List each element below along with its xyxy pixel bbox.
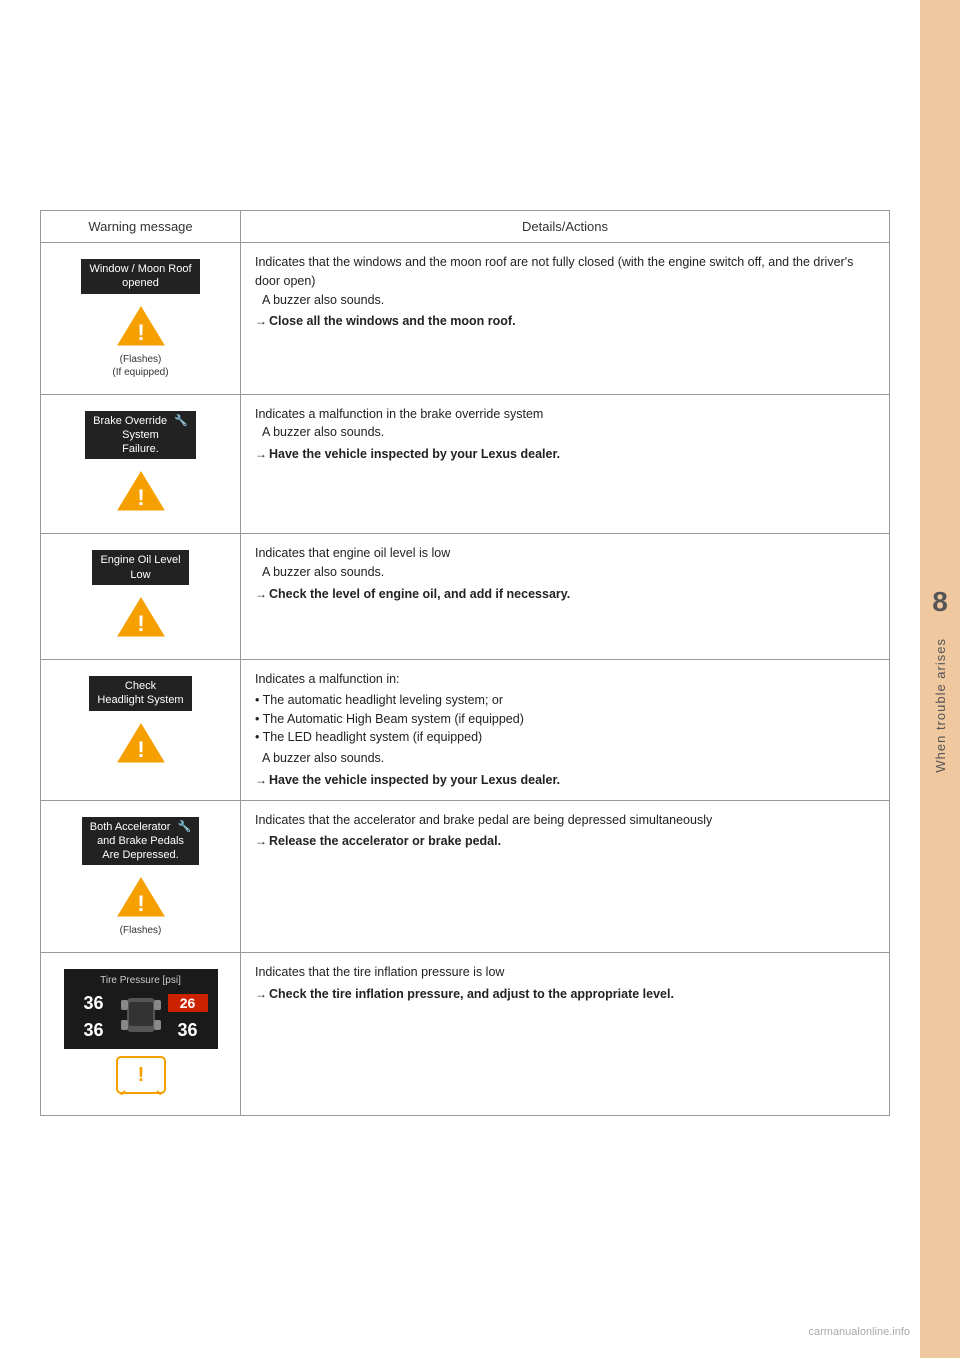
- tire-top-right: 26: [168, 994, 208, 1012]
- warning-cell-engine-oil: Engine Oil Level Low !: [41, 534, 241, 660]
- warn-icon-window: !: [116, 304, 166, 348]
- details-cell-accel: Indicates that the accelerator and brake…: [241, 800, 890, 953]
- tire-pressure-display: Tire Pressure [psi] 36: [64, 969, 218, 1049]
- details-text-window: Indicates that the windows and the moon …: [255, 253, 875, 331]
- details-cell-tire: Indicates that the tire inflation pressu…: [241, 953, 890, 1116]
- table-row: Window / Moon Roof opened ! (Flashes) (I: [41, 243, 890, 395]
- warning-triangle-icon: !: [116, 304, 166, 348]
- svg-text:!: !: [137, 485, 144, 510]
- col-header-warning: Warning message: [41, 211, 241, 243]
- list-item: The automatic headlight leveling system;…: [255, 691, 875, 710]
- svg-text:!: !: [137, 737, 144, 762]
- table-row: Tire Pressure [psi] 36: [41, 953, 890, 1116]
- warn-icon-brake: !: [116, 469, 166, 513]
- warn-label-oil: Engine Oil Level Low: [92, 550, 188, 585]
- warning-triangle-icon: !: [116, 469, 166, 513]
- warn-cell-inner: Window / Moon Roof opened ! (Flashes) (I: [55, 253, 226, 384]
- details-cell-oil: Indicates that engine oil level is low A…: [241, 534, 890, 660]
- warning-triangle-icon: !: [116, 595, 166, 639]
- warn-cell-inner-oil: Engine Oil Level Low !: [55, 544, 226, 649]
- main-content: Warning message Details/Actions Window /…: [0, 0, 920, 1146]
- warn-cell-inner-accel: Both Accelerator 🔧 and Brake Pedals Are …: [55, 811, 226, 943]
- warning-cell-window: Window / Moon Roof opened ! (Flashes) (I: [41, 243, 241, 395]
- warning-triangle-icon: !: [116, 875, 166, 919]
- table-row: Check Headlight System !: [41, 660, 890, 801]
- warning-triangle-icon: !: [116, 721, 166, 765]
- tire-bottom-left: 36: [74, 1020, 114, 1041]
- tire-top-left: 36: [74, 993, 114, 1014]
- warn-cell-inner-brake: Brake Override 🔧 System Failure. !: [55, 405, 226, 524]
- warn-flashes-accel: (Flashes): [120, 925, 162, 936]
- headlight-bullet-list: The automatic headlight leveling system;…: [255, 691, 875, 747]
- table-row: Both Accelerator 🔧 and Brake Pedals Are …: [41, 800, 890, 953]
- warn-icon-oil: !: [116, 595, 166, 639]
- warning-cell-brake-override: Brake Override 🔧 System Failure. !: [41, 394, 241, 534]
- details-text-brake: Indicates a malfunction in the brake ove…: [255, 405, 875, 464]
- tire-bottom-right: 36: [168, 1020, 208, 1041]
- action-headlight: → Have the vehicle inspected by your Lex…: [255, 771, 875, 790]
- warn-equipped-label: (If equipped): [112, 367, 168, 378]
- details-cell-brake: Indicates a malfunction in the brake ove…: [241, 394, 890, 534]
- action-accel: → Release the accelerator or brake pedal…: [255, 832, 875, 851]
- warn-cell-inner-headlight: Check Headlight System !: [55, 670, 226, 775]
- action-tire: → Check the tire inflation pressure, and…: [255, 985, 875, 1004]
- section-title: When trouble arises: [933, 638, 948, 773]
- car-icon-cell: [116, 990, 166, 1043]
- warn-label-window: Window / Moon Roof opened: [81, 259, 199, 294]
- warn-flashes-label: (Flashes): [120, 354, 162, 365]
- svg-text:!: !: [137, 611, 144, 636]
- list-item: The Automatic High Beam system (if equip…: [255, 710, 875, 729]
- warning-cell-tire: Tire Pressure [psi] 36: [41, 953, 241, 1116]
- details-text-accel: Indicates that the accelerator and brake…: [255, 811, 875, 852]
- warn-cell-inner-tire: Tire Pressure [psi] 36: [55, 963, 226, 1105]
- section-number: 8: [932, 586, 948, 618]
- table-row: Engine Oil Level Low !: [41, 534, 890, 660]
- details-cell-headlight: Indicates a malfunction in: The automati…: [241, 660, 890, 801]
- side-tab: 8 When trouble arises: [920, 0, 960, 1358]
- details-text-oil: Indicates that engine oil level is low A…: [255, 544, 875, 603]
- list-item: The LED headlight system (if equipped): [255, 728, 875, 747]
- warn-label-headlight: Check Headlight System: [89, 676, 191, 711]
- warning-table: Warning message Details/Actions Window /…: [40, 210, 890, 1116]
- tire-header: Tire Pressure [psi]: [74, 975, 208, 986]
- warn-icon-tire: !: [115, 1055, 167, 1095]
- col-header-details: Details/Actions: [241, 211, 890, 243]
- action-oil: → Check the level of engine oil, and add…: [255, 585, 875, 604]
- warn-icon-accel: !: [116, 875, 166, 919]
- details-cell-window: Indicates that the windows and the moon …: [241, 243, 890, 395]
- warning-cell-accel-brake: Both Accelerator 🔧 and Brake Pedals Are …: [41, 800, 241, 953]
- action-window: → Close all the windows and the moon roo…: [255, 312, 875, 331]
- svg-text:!: !: [137, 320, 144, 345]
- tire-grid: 36: [74, 990, 208, 1043]
- watermark: carmanualonline.info: [808, 1326, 910, 1338]
- car-top-view-icon: [119, 990, 163, 1040]
- table-row: Brake Override 🔧 System Failure. !: [41, 394, 890, 534]
- warn-label-accel: Both Accelerator 🔧 and Brake Pedals Are …: [82, 817, 199, 866]
- action-brake: → Have the vehicle inspected by your Lex…: [255, 445, 875, 464]
- warn-label-brake: Brake Override 🔧 System Failure.: [85, 411, 196, 460]
- warn-icon-headlight: !: [116, 721, 166, 765]
- page-container: 8 When trouble arises Warning message De…: [0, 0, 960, 1358]
- details-text-tire: Indicates that the tire inflation pressu…: [255, 963, 875, 1004]
- svg-text:!: !: [137, 1064, 144, 1086]
- details-text-headlight: Indicates a malfunction in: The automati…: [255, 670, 875, 790]
- tire-pressure-warning-icon: !: [115, 1055, 167, 1095]
- svg-text:!: !: [137, 891, 144, 916]
- warning-cell-headlight: Check Headlight System !: [41, 660, 241, 801]
